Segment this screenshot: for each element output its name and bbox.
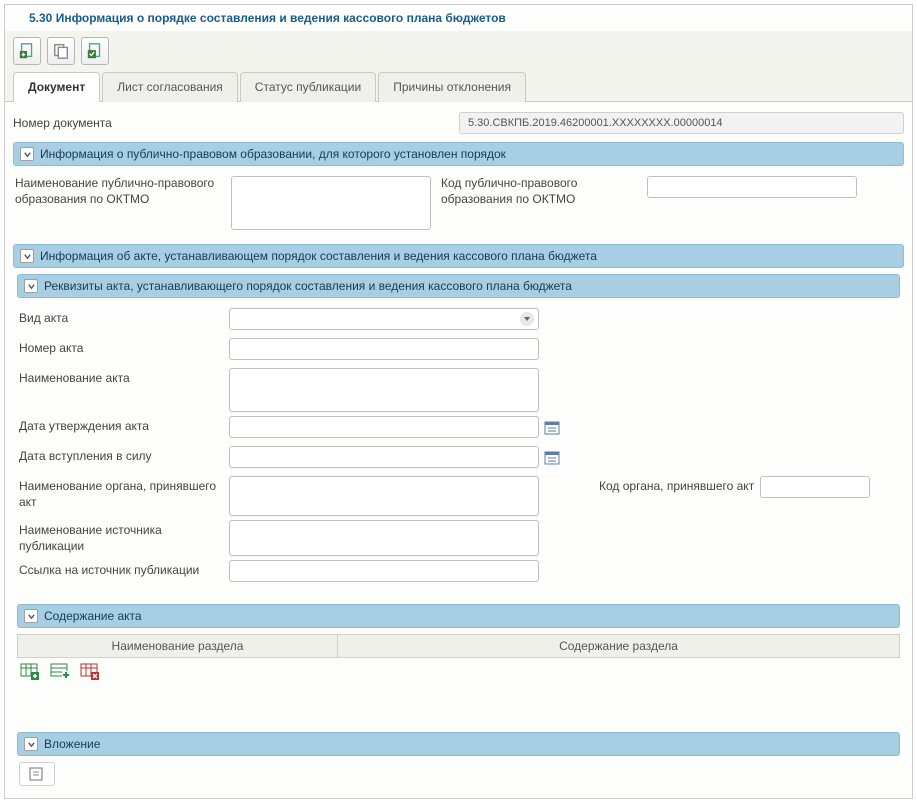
body-code-input[interactable]	[760, 476, 870, 498]
tab-rejection-reasons[interactable]: Причины отклонения	[378, 72, 526, 102]
chevron-down-icon	[27, 282, 36, 291]
collapse-toggle-ppo[interactable]	[20, 147, 34, 161]
attach-icon	[28, 766, 46, 782]
body-name-label: Наименование органа, принявшего акт	[19, 476, 229, 510]
section-act-content-header: Содержание акта	[17, 604, 900, 628]
chevron-down-icon	[27, 740, 36, 749]
collapse-toggle-act-content[interactable]	[24, 609, 38, 623]
ppo-code-input[interactable]	[647, 176, 857, 198]
chevron-down-icon	[27, 612, 36, 621]
approve-date-input[interactable]	[229, 416, 539, 438]
calendar-icon	[544, 449, 560, 465]
excel-icon	[80, 663, 100, 681]
toolbar	[5, 31, 912, 71]
section-ppo-title: Информация о публично-правовом образован…	[40, 147, 506, 161]
act-name-input[interactable]	[229, 368, 539, 412]
add-row-button[interactable]	[19, 662, 41, 682]
pub-link-input[interactable]	[229, 560, 539, 582]
calendar-button-effective[interactable]	[543, 448, 561, 466]
act-number-input[interactable]	[229, 338, 539, 360]
effective-date-label: Дата вступления в силу	[19, 446, 229, 465]
collapse-toggle-attachment[interactable]	[24, 737, 38, 751]
section-act-req-title: Реквизиты акта, устанавливающего порядок…	[44, 279, 572, 293]
grid-toolbar	[17, 658, 900, 686]
section-act-info-title: Информация об акте, устанавливающем поря…	[40, 249, 597, 263]
act-type-label: Вид акта	[19, 308, 229, 327]
tabs: Документ Лист согласования Статус публик…	[5, 71, 912, 102]
tab-document[interactable]: Документ	[13, 72, 100, 102]
content-area: Номер документа 5.30.СВКПБ.2019.46200001…	[5, 102, 912, 798]
ppo-code-label: Код публично-правового образования по ОК…	[441, 176, 641, 207]
dropdown-arrow-icon	[520, 312, 534, 326]
page-title: 5.30 Информация о порядке составления и …	[5, 5, 912, 31]
export-excel-button[interactable]	[79, 662, 101, 682]
copy-icon	[52, 42, 70, 60]
effective-date-input[interactable]	[229, 446, 539, 468]
page-plus-icon	[18, 42, 36, 60]
ppo-name-input[interactable]	[231, 176, 431, 230]
section-act-info-header: Информация об акте, устанавливающем поря…	[13, 244, 904, 268]
copy-button[interactable]	[47, 37, 75, 65]
pub-link-label: Ссылка на источник публикации	[19, 560, 229, 579]
chevron-down-icon	[23, 252, 32, 261]
ppo-name-label: Наименование публично-правового образова…	[15, 176, 225, 207]
approve-date-label: Дата утверждения акта	[19, 416, 229, 435]
collapse-toggle-act-info[interactable]	[20, 249, 34, 263]
approve-button[interactable]	[81, 37, 109, 65]
doc-number-label: Номер документа	[13, 116, 112, 130]
doc-number-value: 5.30.СВКПБ.2019.46200001.XXXXXXXX.000000…	[459, 112, 904, 134]
act-name-label: Наименование акта	[19, 368, 229, 387]
grid-col-content: Содержание раздела	[338, 635, 899, 657]
body-name-input[interactable]	[229, 476, 539, 516]
add-rows-button[interactable]	[49, 662, 71, 682]
chevron-down-icon	[23, 150, 32, 159]
table-plus-icon	[20, 663, 40, 681]
table-plus-green-icon	[50, 663, 70, 681]
create-button[interactable]	[13, 37, 41, 65]
section-attachment-header: Вложение	[17, 732, 900, 756]
body-code-label: Код органа, принявшего акт	[599, 479, 754, 495]
attach-file-button[interactable]	[19, 762, 55, 786]
tab-approval-sheet[interactable]: Лист согласования	[102, 72, 238, 102]
calendar-icon	[544, 419, 560, 435]
act-type-select[interactable]	[229, 308, 539, 330]
grid-header: Наименование раздела Содержание раздела	[17, 634, 900, 658]
section-act-req-header: Реквизиты акта, устанавливающего порядок…	[17, 274, 900, 298]
collapse-toggle-act-req[interactable]	[24, 279, 38, 293]
pub-source-input[interactable]	[229, 520, 539, 556]
section-ppo-header: Информация о публично-правовом образован…	[13, 142, 904, 166]
calendar-button-approve[interactable]	[543, 418, 561, 436]
tab-publication-status[interactable]: Статус публикации	[240, 72, 376, 102]
act-number-label: Номер акта	[19, 338, 229, 357]
grid-col-name: Наименование раздела	[18, 635, 338, 657]
page-check-icon	[86, 42, 104, 60]
pub-source-label: Наименование источника публикации	[19, 520, 229, 554]
section-attachment-title: Вложение	[44, 737, 100, 751]
section-act-content-title: Содержание акта	[44, 609, 142, 623]
